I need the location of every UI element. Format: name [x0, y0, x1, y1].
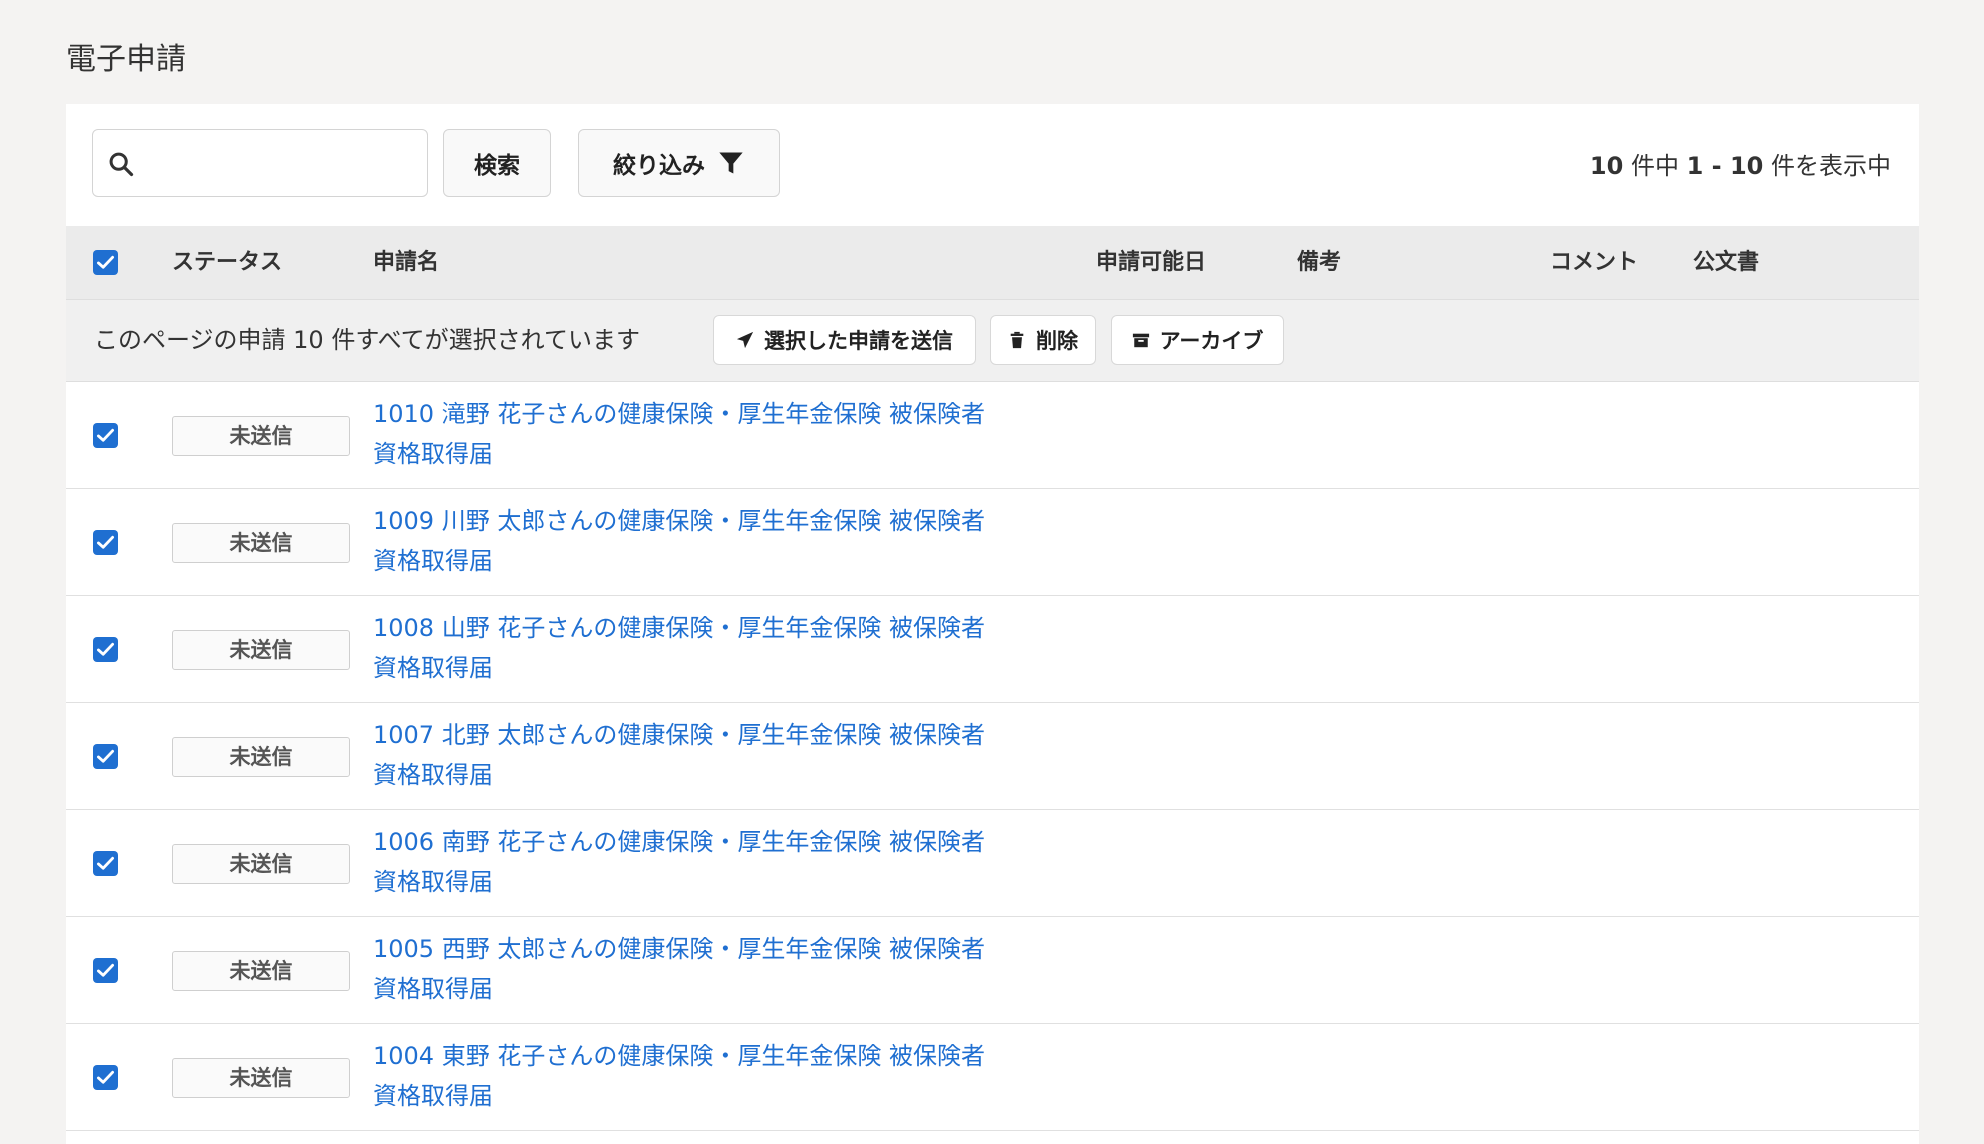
result-count-text-2: 件を表示中	[1763, 152, 1891, 180]
row-checkbox[interactable]	[93, 637, 118, 662]
application-title-line2: 資格取得届	[373, 654, 493, 682]
filter-button-label: 絞り込み	[613, 153, 705, 179]
bulk-selection-message: このページの申請 10 件すべてが選択されています	[94, 326, 640, 354]
application-link[interactable]: 1007 北野 太郎さんの健康保険・厚生年金保険 被保険者 資格取得届	[373, 715, 1053, 795]
table-row: 未送信 1009 川野 太郎さんの健康保険・厚生年金保険 被保険者 資格取得届	[66, 489, 1919, 596]
table-row: 未送信 1010 滝野 花子さんの健康保険・厚生年金保険 被保険者 資格取得届	[66, 382, 1919, 489]
page-title: 電子申請	[66, 42, 186, 77]
applications-panel: 検索 絞り込み 10 件中 1 - 10 件を表示中 ステータス 申請名 申請可…	[66, 104, 1919, 1144]
application-title-line2: 資格取得届	[373, 1082, 493, 1110]
column-header-comment[interactable]: コメント	[1550, 226, 1638, 300]
row-checkbox[interactable]	[93, 423, 118, 448]
application-link[interactable]: 1010 滝野 花子さんの健康保険・厚生年金保険 被保険者 資格取得届	[373, 394, 1053, 474]
application-title-line1: 1009 川野 太郎さんの健康保険・厚生年金保険 被保険者	[373, 507, 985, 535]
status-badge: 未送信	[172, 1058, 350, 1098]
application-title-line2: 資格取得届	[373, 547, 493, 575]
column-header-official-doc[interactable]: 公文書	[1693, 226, 1759, 300]
application-title-line1: 1008 山野 花子さんの健康保険・厚生年金保険 被保険者	[373, 614, 985, 642]
filter-button[interactable]: 絞り込み	[578, 129, 780, 197]
result-count: 10 件中 1 - 10 件を表示中	[1590, 146, 1891, 181]
delete-label: 削除	[1036, 329, 1078, 353]
checkbox-checked-icon	[97, 642, 115, 656]
trash-icon	[1010, 331, 1024, 349]
table-row: 未送信 1004 東野 花子さんの健康保険・厚生年金保険 被保険者 資格取得届	[66, 1024, 1919, 1131]
row-checkbox[interactable]	[93, 530, 118, 555]
checkbox-checked-icon	[97, 963, 115, 977]
table-header: ステータス 申請名 申請可能日 備考 コメント 公文書	[66, 226, 1919, 300]
checkbox-checked-icon	[97, 749, 115, 763]
table-row: 未送信 1007 北野 太郎さんの健康保険・厚生年金保険 被保険者 資格取得届	[66, 703, 1919, 810]
search-icon	[109, 152, 134, 177]
search-button[interactable]: 検索	[443, 129, 551, 197]
archive-label: アーカイブ	[1159, 329, 1264, 353]
row-checkbox[interactable]	[93, 851, 118, 876]
send-selected-label: 選択した申請を送信	[764, 329, 953, 353]
application-title-line1: 1010 滝野 花子さんの健康保険・厚生年金保険 被保険者	[373, 400, 985, 428]
application-link[interactable]: 1009 川野 太郎さんの健康保険・厚生年金保険 被保険者 資格取得届	[373, 501, 1053, 581]
checkbox-checked-icon	[97, 428, 115, 442]
send-selected-button[interactable]: 選択した申請を送信	[713, 315, 976, 365]
status-badge: 未送信	[172, 844, 350, 884]
application-link[interactable]: 1008 山野 花子さんの健康保険・厚生年金保険 被保険者 資格取得届	[373, 608, 1053, 688]
application-title-line1: 1005 西野 太郎さんの健康保険・厚生年金保険 被保険者	[373, 935, 985, 963]
application-link[interactable]: 1006 南野 花子さんの健康保険・厚生年金保険 被保険者 資格取得届	[373, 822, 1053, 902]
status-badge: 未送信	[172, 951, 350, 991]
checkbox-checked-icon	[97, 535, 115, 549]
status-badge: 未送信	[172, 630, 350, 670]
row-checkbox[interactable]	[93, 744, 118, 769]
row-checkbox[interactable]	[93, 1065, 118, 1090]
result-count-range: 1 - 10	[1686, 152, 1764, 180]
toolbar: 検索 絞り込み 10 件中 1 - 10 件を表示中	[66, 104, 1919, 226]
application-title-line2: 資格取得届	[373, 975, 493, 1003]
bulk-action-bar: このページの申請 10 件すべてが選択されています 選択した申請を送信 削除 ア…	[66, 300, 1919, 382]
paper-plane-icon	[736, 331, 754, 349]
table-row: 未送信 1006 南野 花子さんの健康保険・厚生年金保険 被保険者 資格取得届	[66, 810, 1919, 917]
status-badge: 未送信	[172, 737, 350, 777]
status-badge: 未送信	[172, 416, 350, 456]
column-header-available-date[interactable]: 申請可能日	[1096, 226, 1206, 300]
column-header-name[interactable]: 申請名	[373, 226, 439, 300]
select-all-checkbox[interactable]	[93, 250, 118, 275]
table-row: 未送信 1005 西野 太郎さんの健康保険・厚生年金保険 被保険者 資格取得届	[66, 917, 1919, 1024]
application-title-line1: 1007 北野 太郎さんの健康保険・厚生年金保険 被保険者	[373, 721, 985, 749]
archive-box-icon	[1132, 333, 1149, 348]
application-link[interactable]: 1005 西野 太郎さんの健康保険・厚生年金保険 被保険者 資格取得届	[373, 929, 1053, 1009]
column-header-status[interactable]: ステータス	[172, 226, 282, 300]
application-title-line1: 1006 南野 花子さんの健康保険・厚生年金保険 被保険者	[373, 828, 985, 856]
filter-icon	[719, 152, 743, 174]
search-input[interactable]	[147, 142, 411, 186]
column-header-notes[interactable]: 備考	[1297, 226, 1341, 300]
checkbox-checked-icon	[97, 255, 115, 269]
status-badge: 未送信	[172, 523, 350, 563]
result-count-total: 10	[1589, 152, 1624, 180]
application-title-line2: 資格取得届	[373, 761, 493, 789]
search-button-label: 検索	[474, 153, 520, 179]
application-title-line1: 1004 東野 花子さんの健康保険・厚生年金保険 被保険者	[373, 1042, 985, 1070]
checkbox-checked-icon	[97, 856, 115, 870]
application-title-line2: 資格取得届	[373, 868, 493, 896]
application-title-line2: 資格取得届	[373, 440, 493, 468]
search-box[interactable]	[92, 129, 428, 197]
checkbox-checked-icon	[97, 1070, 115, 1084]
delete-button[interactable]: 削除	[990, 315, 1096, 365]
archive-button[interactable]: アーカイブ	[1111, 315, 1284, 365]
table-row: 未送信 1008 山野 花子さんの健康保険・厚生年金保険 被保険者 資格取得届	[66, 596, 1919, 703]
result-count-text-1: 件中	[1623, 152, 1687, 180]
row-checkbox[interactable]	[93, 958, 118, 983]
application-link[interactable]: 1004 東野 花子さんの健康保険・厚生年金保険 被保険者 資格取得届	[373, 1036, 1053, 1116]
